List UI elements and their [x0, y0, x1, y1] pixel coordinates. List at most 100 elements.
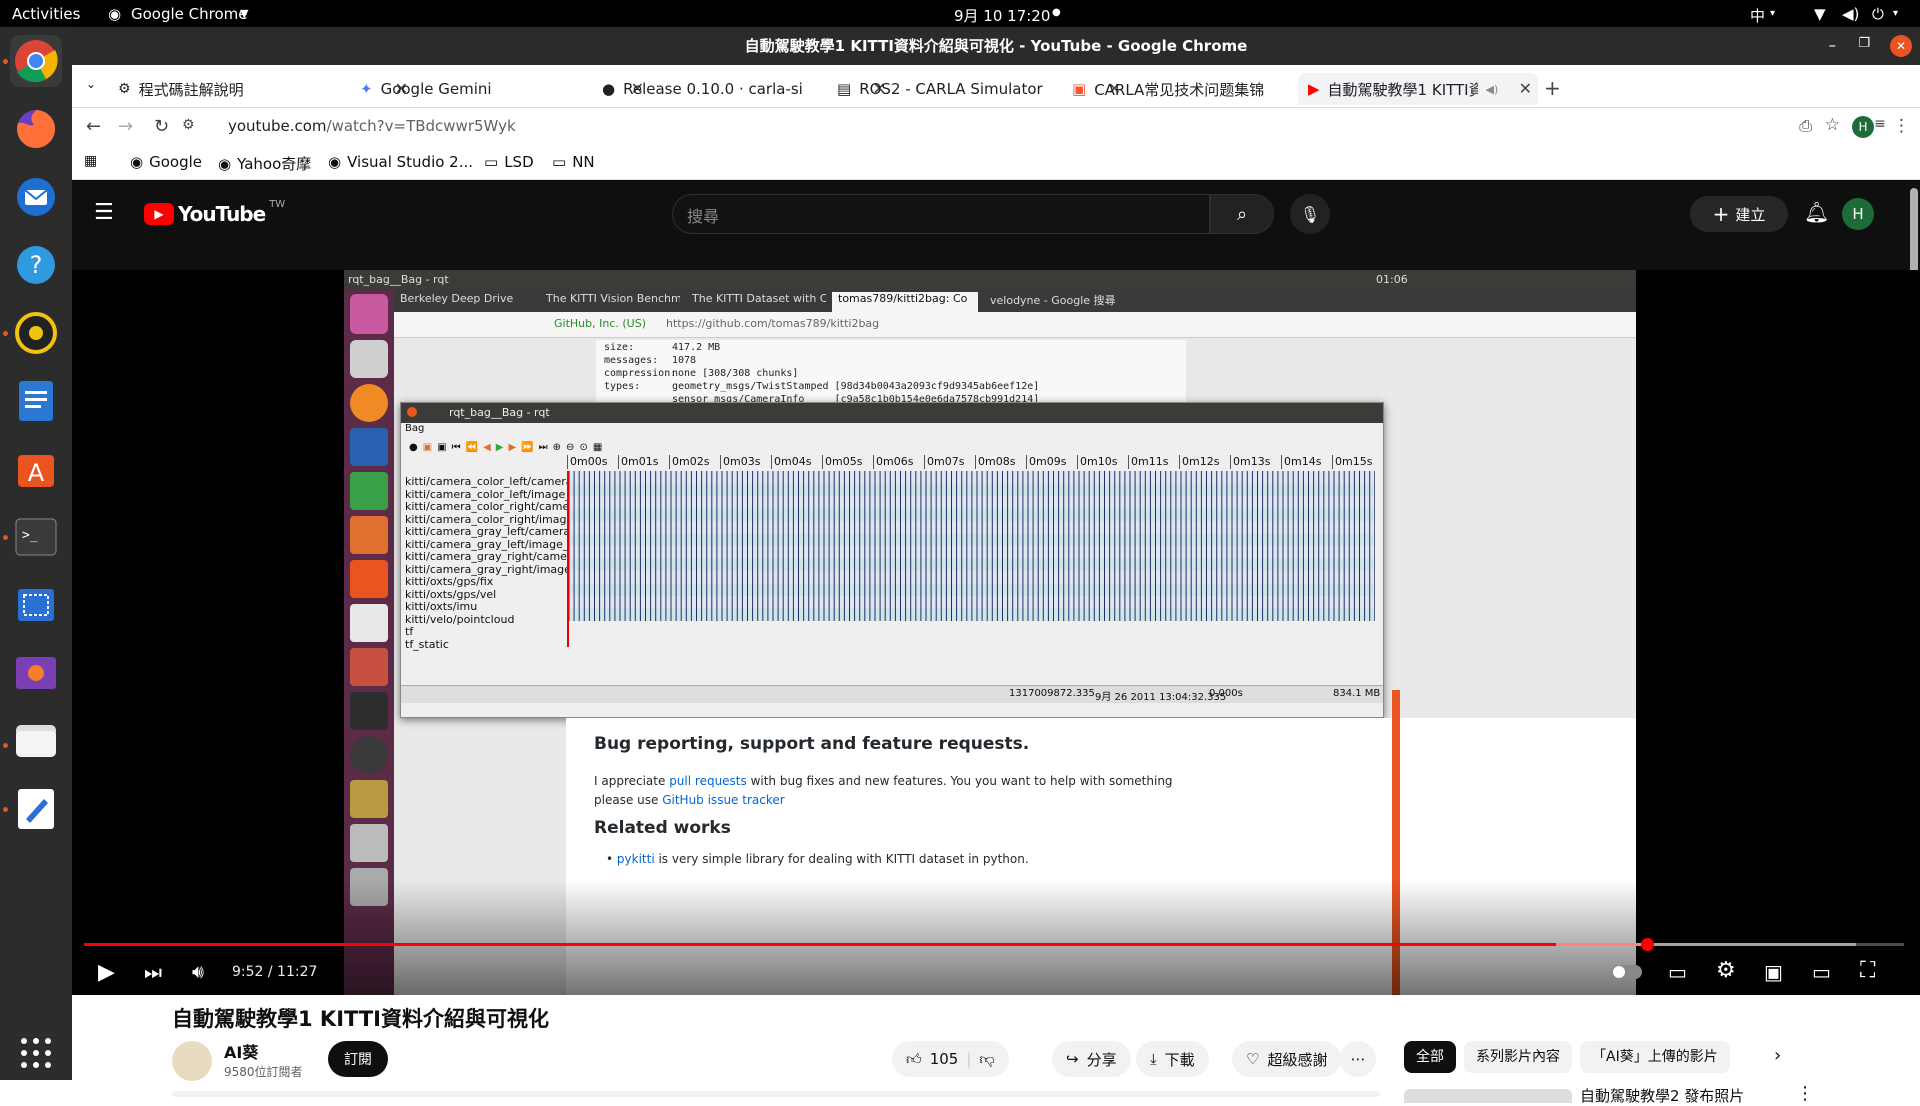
- like-button[interactable]: 👍︎ 105 | 👎︎: [892, 1041, 1009, 1077]
- share-button[interactable]: ↪ 分享: [1052, 1041, 1131, 1077]
- account-avatar[interactable]: H: [1842, 198, 1874, 230]
- bookmark-star-icon[interactable]: ☆: [1825, 115, 1840, 135]
- thanks-label: 超級感謝: [1267, 1050, 1328, 1069]
- next-button[interactable]: ⏭: [144, 960, 162, 984]
- apps-grid-icon[interactable]: ▦: [84, 153, 97, 169]
- miniplayer-button[interactable]: ▣: [1764, 960, 1783, 984]
- video-info-block: size: 417.2 MB messages: 1078 compression:…: [596, 340, 1186, 405]
- chrome-menu-icon[interactable]: ⋮: [1893, 116, 1910, 136]
- bookmark-label: Yahoo奇摩: [237, 155, 312, 173]
- bookmark-label: NN: [572, 153, 595, 171]
- theater-mode-button[interactable]: ▭: [1812, 960, 1831, 984]
- timeline-tick-label: 0m15s: [1332, 455, 1372, 469]
- recommended-thumbnail[interactable]: [1404, 1089, 1572, 1103]
- search-placeholder: 搜尋: [687, 207, 720, 226]
- volume-icon[interactable]: ◀): [1842, 5, 1859, 23]
- new-tab-icon[interactable]: +: [1544, 76, 1561, 100]
- media-controls-icon[interactable]: ≡: [1874, 116, 1886, 132]
- timeline-tick-label: 0m00s: [567, 455, 607, 469]
- firefox-launcher[interactable]: [10, 103, 62, 155]
- play-button[interactable]: ▶: [98, 960, 115, 985]
- timeline-row: [567, 508, 1375, 521]
- screenshot-icon: [18, 589, 54, 621]
- dock: ? A >_: [0, 27, 72, 1080]
- reload-icon[interactable]: ↻: [154, 116, 169, 137]
- voice-search-button[interactable]: 🎙: [1290, 194, 1330, 234]
- super-thanks-button[interactable]: ♡ 超級感謝: [1232, 1041, 1342, 1077]
- subtitles-button[interactable]: ▭: [1668, 960, 1687, 984]
- app-menu[interactable]: Google Chrome: [131, 5, 248, 23]
- tab-label: 自動駕駛教學1 KITTI資: [1327, 80, 1478, 99]
- video-player[interactable]: rqt_bag__Bag - rqt 01:06 Berkeley Deep D…: [72, 270, 1920, 995]
- screenshot-launcher[interactable]: [10, 579, 62, 631]
- autoplay-toggle[interactable]: [1612, 965, 1642, 979]
- tab-close-icon[interactable]: ✕: [1519, 79, 1532, 98]
- tab-youtube-active[interactable]: ▶ 自動駕駛教學1 KITTI資 ◀) ✕: [1298, 73, 1538, 105]
- hamburger-menu-icon[interactable]: ☰: [94, 200, 114, 225]
- mute-button[interactable]: 🔊︎: [192, 961, 204, 983]
- chip-channel-uploads[interactable]: 「AI葵」上傳的影片: [1580, 1041, 1730, 1073]
- text-editor-launcher[interactable]: [10, 783, 62, 835]
- bookmark-folder-nn[interactable]: ▭ NN: [552, 153, 595, 171]
- chip-all[interactable]: 全部: [1404, 1041, 1456, 1073]
- channel-avatar[interactable]: [172, 1041, 212, 1081]
- search-button[interactable]: ⌕: [1210, 194, 1274, 234]
- recommended-title[interactable]: 自動駕駛教學2 發布照片: [1580, 1085, 1744, 1106]
- install-app-icon[interactable]: ⎙: [1799, 116, 1812, 136]
- notifications-bell-icon[interactable]: 🔔︎: [1804, 200, 1829, 224]
- timeline-tick-label: 0m06s: [873, 455, 913, 469]
- rhythmbox-launcher[interactable]: [10, 307, 62, 359]
- wifi-icon[interactable]: ▼: [1814, 5, 1826, 23]
- show-apps-button[interactable]: [10, 1027, 62, 1079]
- timeline-row: [567, 483, 1375, 496]
- description-box[interactable]: [172, 1091, 1380, 1097]
- writer-launcher[interactable]: [10, 375, 62, 427]
- settings-button[interactable]: ⚙: [1716, 958, 1736, 983]
- activities-button[interactable]: Activities: [12, 5, 80, 23]
- tab-search-icon[interactable]: ⌄: [86, 77, 96, 91]
- search-input[interactable]: 搜尋: [672, 194, 1210, 234]
- thunderbird-launcher[interactable]: [10, 171, 62, 223]
- software-launcher[interactable]: A: [10, 443, 62, 495]
- bookmark-label: Visual Studio 2...: [347, 153, 474, 171]
- audio-playing-icon[interactable]: ◀): [1486, 83, 1499, 96]
- clock[interactable]: 9月 10 17:20: [954, 5, 1050, 26]
- help-launcher[interactable]: ?: [10, 239, 62, 291]
- back-icon[interactable]: ←: [86, 116, 101, 137]
- chrome-launcher[interactable]: [10, 35, 62, 87]
- bookmark-google[interactable]: ◉ Google: [130, 153, 202, 171]
- files-launcher[interactable]: [10, 715, 62, 767]
- recommended-menu-icon[interactable]: ⋮: [1796, 1083, 1814, 1104]
- maximize-icon[interactable]: ❐: [1858, 36, 1870, 51]
- input-method[interactable]: 中: [1750, 5, 1765, 26]
- chip-series[interactable]: 系列影片內容: [1464, 1041, 1572, 1073]
- power-icon[interactable]: ⏻: [1872, 5, 1884, 23]
- time-display: 9:52 / 11:27: [232, 964, 318, 980]
- chips-next-icon[interactable]: ›: [1774, 1045, 1781, 1066]
- gear-icon: ⚙: [1716, 958, 1736, 983]
- search-icon: ⌕: [1236, 203, 1248, 225]
- bookmark-visual-studio[interactable]: ◉ Visual Studio 2...: [328, 153, 473, 171]
- channel-name[interactable]: AI葵: [224, 1039, 258, 1063]
- subscribe-button[interactable]: 訂閱: [328, 1041, 388, 1077]
- bookmark-folder-lsd[interactable]: ▭ LSD: [484, 153, 534, 171]
- music-icon: [15, 312, 57, 354]
- address-bar-row: ← → ↻ ⚙ youtube.com/watch?v=TBdcwwr5Wyk …: [72, 108, 1920, 146]
- create-button[interactable]: + 建立: [1690, 196, 1788, 232]
- download-button[interactable]: ⤓ 下載: [1136, 1041, 1209, 1077]
- site-info-icon[interactable]: ⚙: [182, 117, 195, 133]
- profile-avatar[interactable]: H: [1852, 116, 1874, 138]
- progress-track[interactable]: [84, 938, 1904, 951]
- more-actions-button[interactable]: ⋯: [1340, 1041, 1376, 1077]
- forward-icon[interactable]: →: [118, 116, 133, 137]
- youtube-logo[interactable]: ▶ YouTube TW: [144, 199, 285, 226]
- fullscreen-button[interactable]: ⛶: [1860, 958, 1875, 983]
- terminal-launcher[interactable]: >_: [10, 511, 62, 563]
- minimize-icon[interactable]: –: [1829, 36, 1837, 54]
- video-launcher[interactable]: [10, 647, 62, 699]
- bookmark-yahoo[interactable]: ◉ Yahoo奇摩: [218, 153, 311, 174]
- url-field[interactable]: youtube.com/watch?v=TBdcwwr5Wyk: [228, 117, 516, 135]
- app-menu-arrow-icon: ▼: [240, 7, 249, 20]
- timeline-row: [567, 596, 1375, 609]
- close-window-icon[interactable]: ✕: [1890, 35, 1912, 57]
